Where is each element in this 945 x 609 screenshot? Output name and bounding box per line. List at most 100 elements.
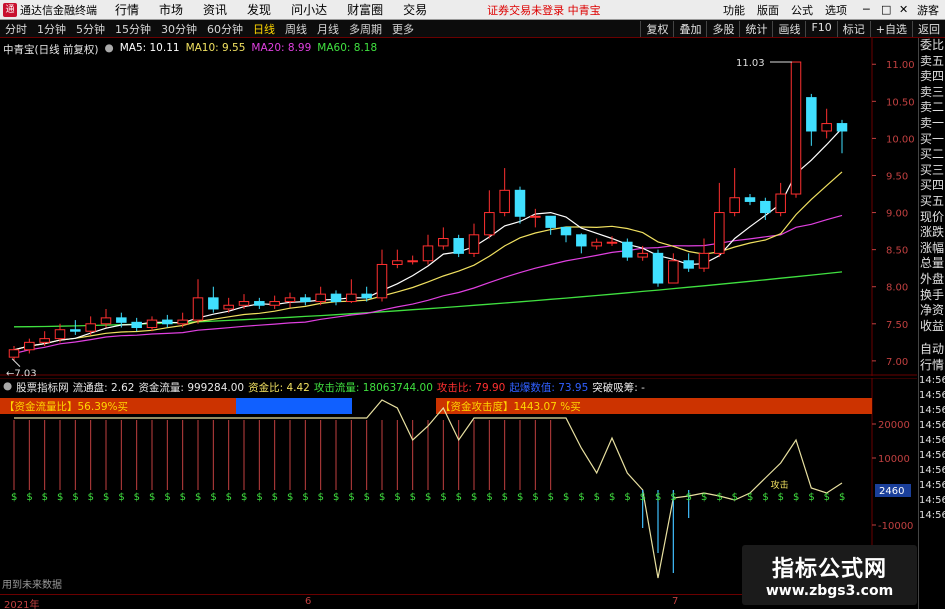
sidebar-item[interactable]: 买二 xyxy=(919,147,945,163)
sidebar-item[interactable]: 涨幅 xyxy=(919,241,945,257)
signal-marker: $ xyxy=(517,492,523,503)
sidebar-item[interactable]: 14:56 xyxy=(919,448,945,463)
sidebar-item[interactable]: 行情 xyxy=(919,358,945,374)
menu-trade[interactable]: 交易 xyxy=(393,1,437,18)
menu-options[interactable]: 选项 xyxy=(819,2,853,18)
x-label-june: 6 xyxy=(305,596,312,607)
menu-quotes[interactable]: 行情 xyxy=(105,1,149,18)
sidebar-item[interactable]: 买三 xyxy=(919,163,945,179)
indicator-settings-icon[interactable]: ● xyxy=(3,380,12,395)
sidebar-item[interactable]: 14:56 xyxy=(919,373,945,388)
candle-body-down xyxy=(70,329,81,332)
tab-weekly[interactable]: 周线 xyxy=(280,21,312,37)
tool-overlay[interactable]: 叠加 xyxy=(673,20,706,37)
candle-body-up xyxy=(821,123,832,132)
sidebar-item[interactable]: 涨跌 xyxy=(919,225,945,241)
sidebar-item[interactable]: 14:56 xyxy=(919,478,945,493)
candle-body-down xyxy=(131,321,142,329)
candle xyxy=(836,119,848,154)
tool-add-watchlist[interactable]: +自选 xyxy=(869,20,912,37)
tab-60min[interactable]: 60分钟 xyxy=(202,21,248,37)
candle xyxy=(177,312,188,328)
candle xyxy=(192,279,204,324)
menu-ask[interactable]: 问小达 xyxy=(281,1,337,18)
tool-mark[interactable]: 标记 xyxy=(836,20,870,37)
sidebar-item[interactable]: 卖三 xyxy=(919,85,945,101)
candle xyxy=(576,233,587,254)
tool-back[interactable]: 返回 xyxy=(912,20,945,37)
minimize-icon[interactable]: ─ xyxy=(857,3,875,16)
settings-icon[interactable]: ● xyxy=(105,42,114,57)
candle-body-down xyxy=(560,226,572,236)
sidebar-item[interactable]: 现价 xyxy=(919,210,945,226)
candle xyxy=(269,295,280,309)
tab-multi-period[interactable]: 多周期 xyxy=(344,21,387,37)
sidebar-item[interactable]: 买四 xyxy=(919,178,945,194)
tab-30min[interactable]: 30分钟 xyxy=(156,21,202,37)
candle-body-up xyxy=(606,241,618,244)
sidebar-item[interactable]: 委比 xyxy=(919,38,945,54)
candle-body-up xyxy=(438,238,449,247)
candle-body-down xyxy=(836,123,848,132)
sidebar-item[interactable]: 14:56 xyxy=(919,418,945,433)
guest-label[interactable]: 游客 xyxy=(911,2,945,18)
sidebar-item[interactable]: 14:56 xyxy=(919,403,945,418)
tab-intraday[interactable]: 分时 xyxy=(0,21,32,37)
sidebar-item[interactable]: 14:56 xyxy=(919,433,945,448)
sidebar-item[interactable]: 卖一 xyxy=(919,116,945,132)
sidebar-item[interactable]: 14:56 xyxy=(919,388,945,403)
candle-body-down xyxy=(545,215,556,228)
tab-more[interactable]: 更多 xyxy=(387,21,419,37)
menu-wealth[interactable]: 财富圈 xyxy=(337,1,393,18)
sidebar-item[interactable]: 14:56 xyxy=(919,463,945,478)
sidebar-item[interactable]: 买一 xyxy=(919,132,945,148)
sidebar-item[interactable]: 收益 xyxy=(919,319,945,335)
candle-body-down xyxy=(162,319,173,325)
login-notice[interactable]: 证券交易未登录 中青宝 xyxy=(487,2,601,18)
tool-stats[interactable]: 统计 xyxy=(739,20,772,37)
sidebar-item[interactable]: 14:56 xyxy=(919,508,945,523)
sidebar-item[interactable]: 卖五 xyxy=(919,54,945,70)
sidebar-item[interactable]: 14:56 xyxy=(919,493,945,508)
window-controls: ─ □ ✕ xyxy=(857,3,911,16)
sidebar-item[interactable]: 卖二 xyxy=(919,100,945,116)
tool-f10[interactable]: F10 xyxy=(805,20,836,37)
candle xyxy=(70,320,81,335)
tab-daily[interactable]: 日线 xyxy=(248,21,280,37)
price-label: 11.00 xyxy=(886,60,915,71)
sidebar-item[interactable]: 净资 xyxy=(919,303,945,319)
candle-body-up xyxy=(100,317,112,325)
tool-draw[interactable]: 画线 xyxy=(772,20,805,37)
signal-marker: $ xyxy=(256,492,262,503)
signal-marker: $ xyxy=(578,492,584,503)
sidebar-item[interactable]: 总量 xyxy=(919,256,945,272)
signal-marker: $ xyxy=(670,492,676,503)
sidebar-item[interactable]: 外盘 xyxy=(919,272,945,288)
sidebar-item[interactable]: 卖四 xyxy=(919,69,945,85)
tab-1min[interactable]: 1分钟 xyxy=(32,21,71,37)
sidebar-item[interactable]: 买五 xyxy=(919,194,945,210)
candlestick-chart[interactable]: 11.00 10.50 10.00 9.50 9.00 8.50 8.00 7.50 7.00 1… xyxy=(0,38,917,376)
menu-news[interactable]: 资讯 xyxy=(193,1,237,18)
menu-layout[interactable]: 版面 xyxy=(751,2,785,18)
menu-discover[interactable]: 发现 xyxy=(237,1,281,18)
menu-market[interactable]: 市场 xyxy=(149,1,193,18)
main-legend: 中青宝(日线 前复权) ● MA5: 10.11 MA10: 9.55 MA20… xyxy=(3,42,377,57)
tool-adjust[interactable]: 复权 xyxy=(640,20,673,37)
candle-body-up xyxy=(85,323,96,332)
candle-body-down xyxy=(116,317,127,323)
maximize-icon[interactable]: □ xyxy=(875,3,893,16)
tool-multi-stock[interactable]: 多股 xyxy=(706,20,739,37)
menu-formula[interactable]: 公式 xyxy=(785,2,819,18)
sidebar-item[interactable]: 自动 xyxy=(919,342,945,358)
tab-15min[interactable]: 15分钟 xyxy=(110,21,156,37)
close-icon[interactable]: ✕ xyxy=(893,3,911,16)
sidebar-item[interactable]: 换手 xyxy=(919,288,945,304)
candle-body-down xyxy=(453,238,464,254)
tab-monthly[interactable]: 月线 xyxy=(312,21,344,37)
signal-marker: $ xyxy=(532,492,538,503)
menu-function[interactable]: 功能 xyxy=(717,2,751,18)
candle xyxy=(760,197,771,220)
tab-5min[interactable]: 5分钟 xyxy=(71,21,110,37)
candle-body-down xyxy=(622,241,633,258)
